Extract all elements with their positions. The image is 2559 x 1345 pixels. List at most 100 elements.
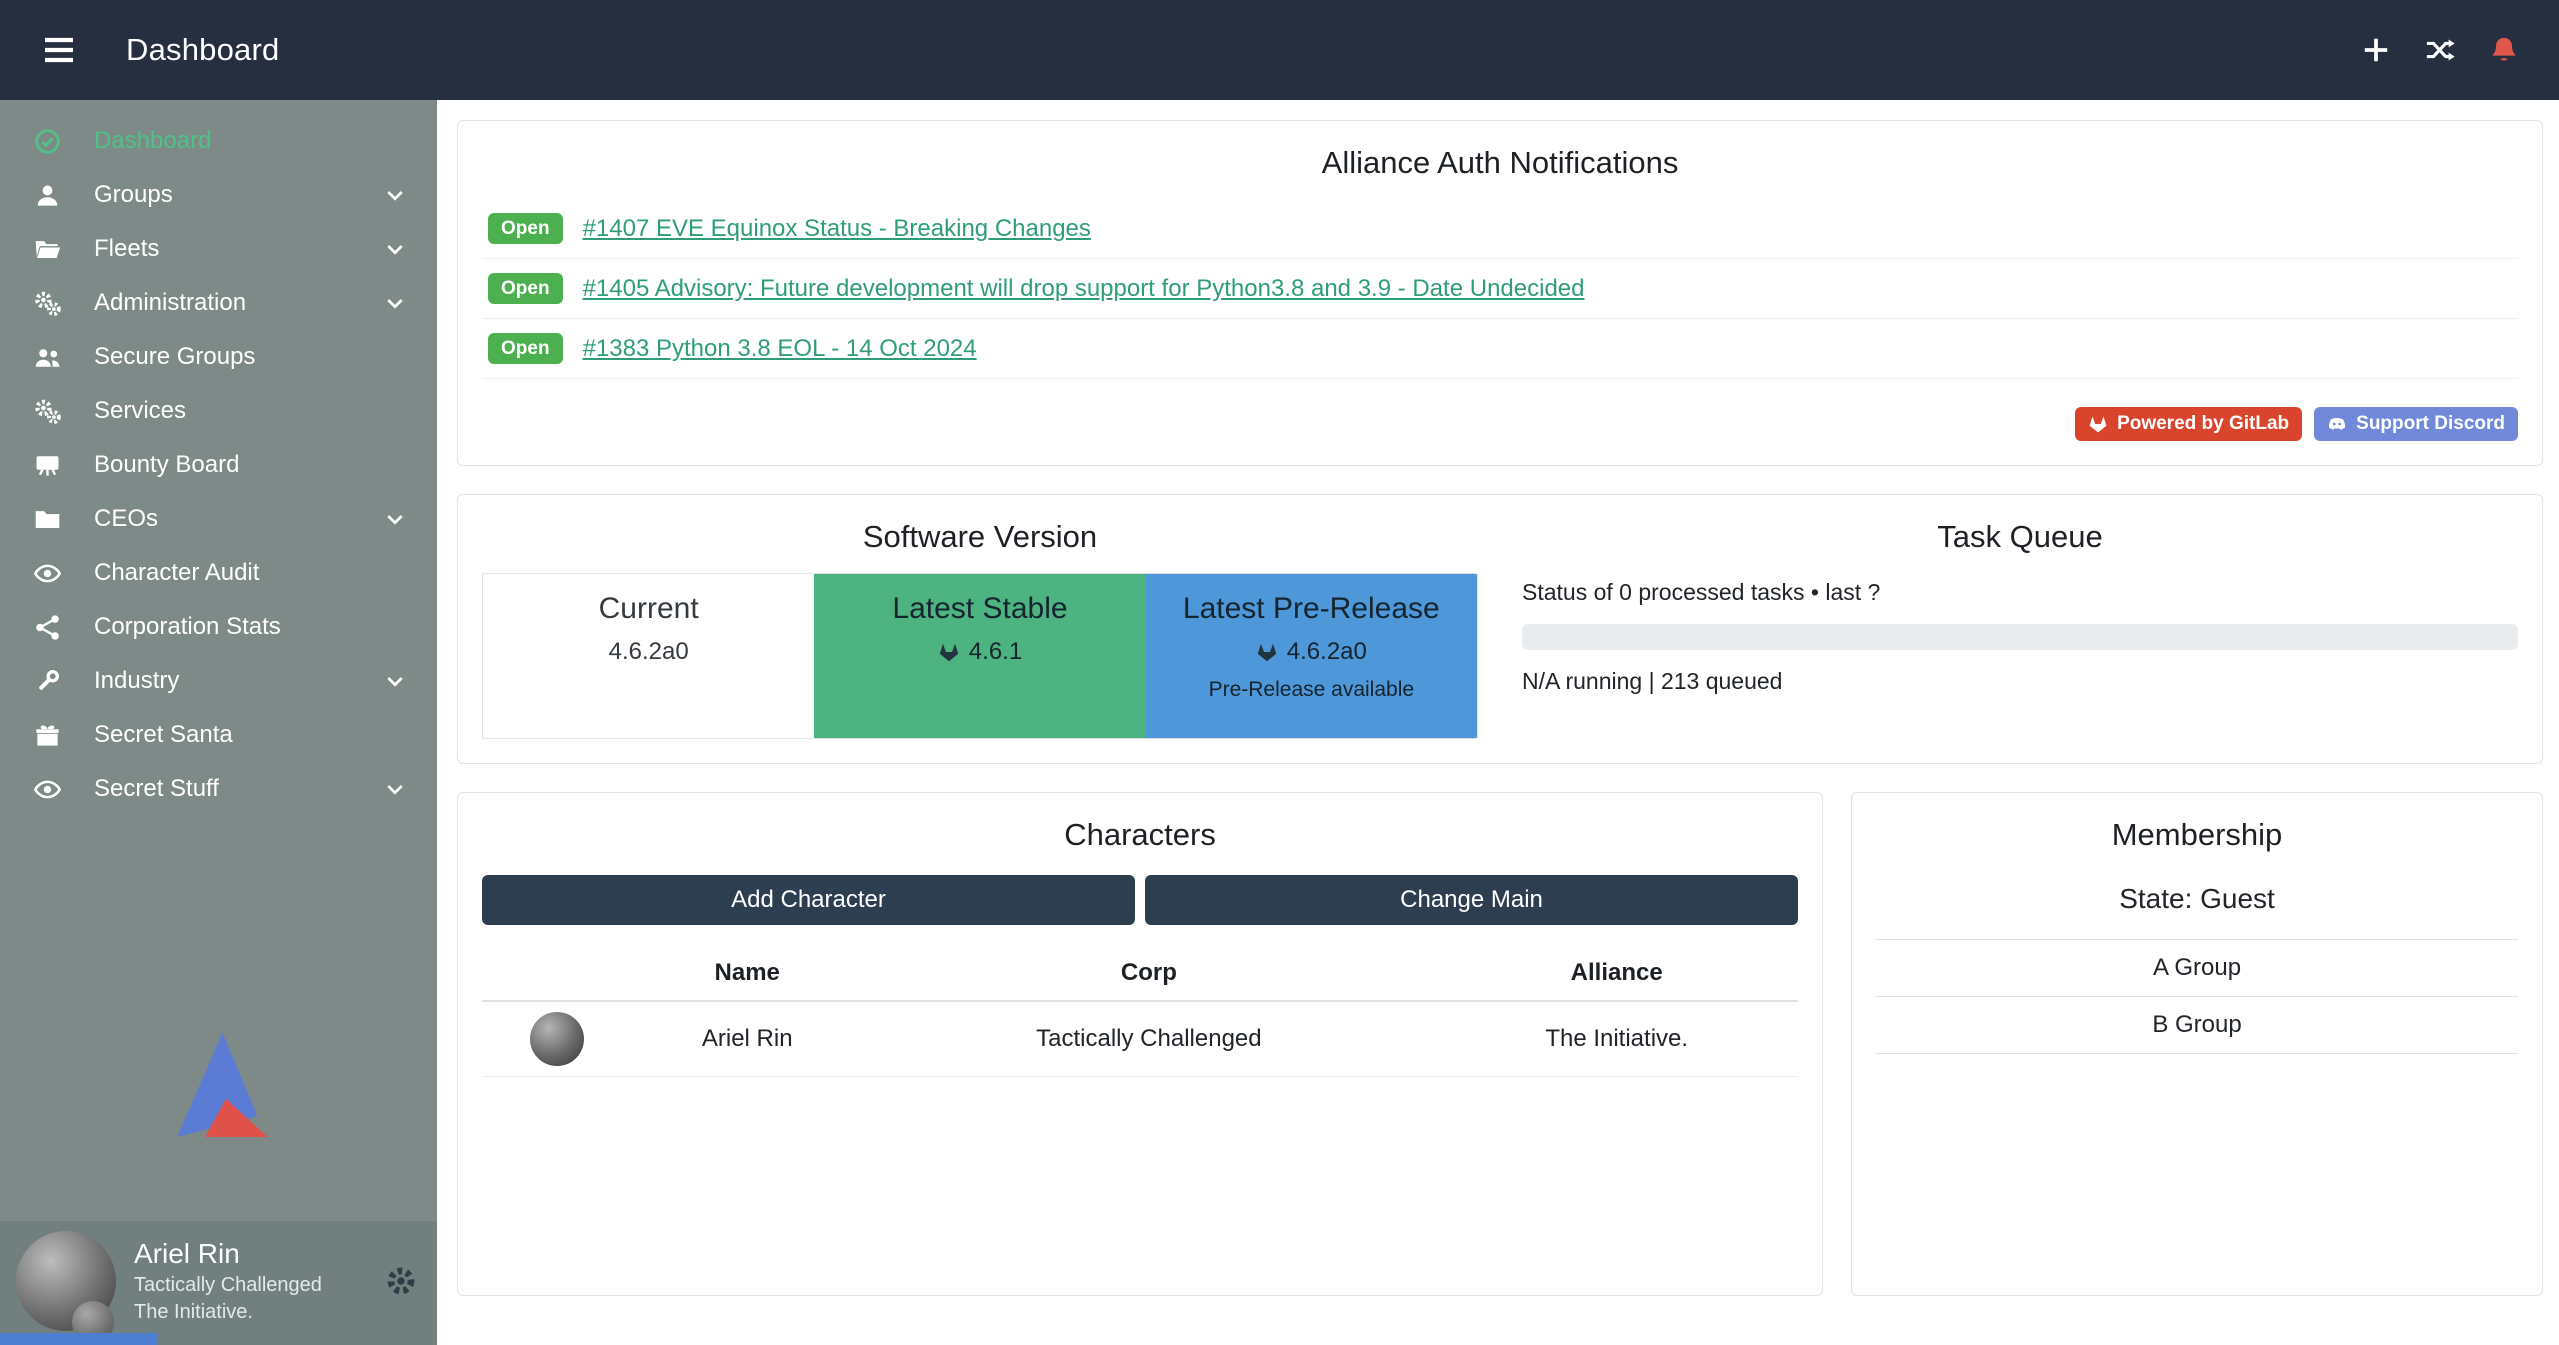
billboard-icon <box>34 452 74 479</box>
sidebar-item-label: Fleets <box>94 235 383 263</box>
plus-icon <box>2361 35 2391 65</box>
status-badge: Open <box>488 333 563 364</box>
character-alliance: The Initiative. <box>1435 1001 1798 1077</box>
sidebar-item-dashboard[interactable]: Dashboard <box>0 114 437 168</box>
task-queue-status: Status of 0 processed tasks • last ? <box>1522 579 2518 606</box>
discord-icon <box>2327 414 2347 434</box>
sidebar-item-corporation-stats[interactable]: Corporation Stats <box>0 600 437 654</box>
page-title: Dashboard <box>126 32 279 68</box>
user-name: Ariel Rin <box>134 1238 385 1270</box>
chevron-down-icon <box>383 507 407 531</box>
add-character-button[interactable]: Add Character <box>482 875 1135 925</box>
version-number: 4.6.2a0 <box>609 638 689 666</box>
user-meta: Ariel Rin Tactically Challenged The Init… <box>134 1238 385 1324</box>
sidebar-item-services[interactable]: Services <box>0 384 437 438</box>
task-queue-section: Task Queue Status of 0 processed tasks •… <box>1522 519 2518 739</box>
sidebar-item-label: Administration <box>94 289 383 317</box>
gift-icon <box>34 722 74 749</box>
membership-group-row: A Group <box>1876 939 2518 996</box>
character-row: Ariel Rin Tactically Challenged The Init… <box>482 1001 1798 1077</box>
user-corp: Tactically Challenged <box>134 1274 385 1297</box>
characters-buttons: Add Character Change Main <box>482 875 1798 925</box>
wrench-icon <box>34 668 74 695</box>
sidebar-item-label: Industry <box>94 667 383 695</box>
gitlab-badge-label: Powered by GitLab <box>2117 413 2289 435</box>
notifications-bell-button[interactable] <box>2489 35 2519 65</box>
user-avatar <box>16 1231 116 1331</box>
portrait-column-header <box>482 949 632 1001</box>
user-settings-button[interactable] <box>385 1265 417 1297</box>
version-note: Pre-Release available <box>1156 678 1467 702</box>
bell-icon <box>2489 35 2519 65</box>
version-label: Current <box>493 592 804 626</box>
sidebar-item-ceos[interactable]: CEOs <box>0 492 437 546</box>
characters-card: Characters Add Character Change Main Nam… <box>457 792 1823 1296</box>
gears-icon <box>34 398 74 425</box>
notification-link[interactable]: #1405 Advisory: Future development will … <box>583 275 1585 303</box>
discord-badge[interactable]: Support Discord <box>2314 407 2518 441</box>
character-corp: Tactically Challenged <box>862 1001 1435 1077</box>
menu-button[interactable] <box>40 34 78 66</box>
version-number: 4.6.1 <box>969 638 1022 666</box>
version-label: Latest Pre-Release <box>1156 592 1467 626</box>
change-main-button[interactable]: Change Main <box>1145 875 1798 925</box>
sidebar-item-fleets[interactable]: Fleets <box>0 222 437 276</box>
sidebar-item-label: Dashboard <box>94 127 407 155</box>
check-circle-icon <box>34 128 74 155</box>
version-label: Latest Stable <box>824 592 1135 626</box>
characters-title: Characters <box>482 817 1798 853</box>
eye-icon <box>34 776 74 803</box>
sidebar-item-secret-santa[interactable]: Secret Santa <box>0 708 437 762</box>
name-column-header: Name <box>632 949 862 1001</box>
notifications-card: Alliance Auth Notifications Open #1407 E… <box>457 120 2543 466</box>
notification-row: Open #1407 EVE Equinox Status - Breaking… <box>482 199 2518 259</box>
notification-row: Open #1405 Advisory: Future development … <box>482 259 2518 319</box>
task-queue-summary: N/A running | 213 queued <box>1522 668 2518 695</box>
initiative-logo <box>0 1029 437 1151</box>
eye-icon <box>34 560 74 587</box>
sidebar-item-label: Services <box>94 397 407 425</box>
shuffle-icon <box>2425 35 2455 65</box>
sidebar-item-secure-groups[interactable]: Secure Groups <box>0 330 437 384</box>
sidebar-item-groups[interactable]: Groups <box>0 168 437 222</box>
chevron-down-icon <box>383 777 407 801</box>
alliance-column-header: Alliance <box>1435 949 1798 1001</box>
membership-title: Membership <box>1876 817 2518 853</box>
chevron-down-icon <box>383 183 407 207</box>
notification-link[interactable]: #1407 EVE Equinox Status - Breaking Chan… <box>583 215 1091 243</box>
version-latest-stable: Latest Stable 4.6.1 <box>814 574 1145 738</box>
version-panel: Current 4.6.2a0 Latest Stable 4.6.1 Late… <box>482 573 1478 739</box>
chevron-down-icon <box>383 237 407 261</box>
sidebar-item-secret-stuff[interactable]: Secret Stuff <box>0 762 437 816</box>
character-name: Ariel Rin <box>632 1001 862 1077</box>
corp-column-header: Corp <box>862 949 1435 1001</box>
sidebar-item-label: Character Audit <box>94 559 407 587</box>
sidebar-item-character-audit[interactable]: Character Audit <box>0 546 437 600</box>
membership-groups-list: A Group B Group <box>1876 939 2518 1054</box>
bottom-row: Characters Add Character Change Main Nam… <box>457 792 2543 1324</box>
folder-open-icon <box>34 236 74 263</box>
task-queue-title: Task Queue <box>1522 519 2518 555</box>
chevron-down-icon <box>383 291 407 315</box>
notification-row: Open #1383 Python 3.8 EOL - 14 Oct 2024 <box>482 319 2518 379</box>
version-number: 4.6.2a0 <box>1287 638 1367 666</box>
add-button[interactable] <box>2361 35 2391 65</box>
share-nodes-icon <box>34 614 74 641</box>
membership-group-row: B Group <box>1876 996 2518 1053</box>
notification-link[interactable]: #1383 Python 3.8 EOL - 14 Oct 2024 <box>583 335 977 363</box>
sidebar-item-bounty-board[interactable]: Bounty Board <box>0 438 437 492</box>
software-version-section: Software Version Current 4.6.2a0 Latest … <box>482 519 1478 739</box>
gitlab-badge[interactable]: Powered by GitLab <box>2075 407 2302 441</box>
sidebar-scrollbar-thumb[interactable] <box>0 1333 158 1345</box>
navbar-actions <box>2361 35 2519 65</box>
sidebar-item-label: Groups <box>94 181 383 209</box>
sidebar-item-label: Bounty Board <box>94 451 407 479</box>
task-queue-progressbar <box>1522 624 2518 650</box>
sidebar-item-industry[interactable]: Industry <box>0 654 437 708</box>
discord-badge-label: Support Discord <box>2356 413 2505 435</box>
sidebar-item-administration[interactable]: Administration <box>0 276 437 330</box>
gitlab-tanuki-icon <box>938 641 960 663</box>
sidebar-nav: Dashboard Groups Fleets Administration S… <box>0 100 437 816</box>
notification-list: Open #1407 EVE Equinox Status - Breaking… <box>482 199 2518 379</box>
shuffle-button[interactable] <box>2425 35 2455 65</box>
